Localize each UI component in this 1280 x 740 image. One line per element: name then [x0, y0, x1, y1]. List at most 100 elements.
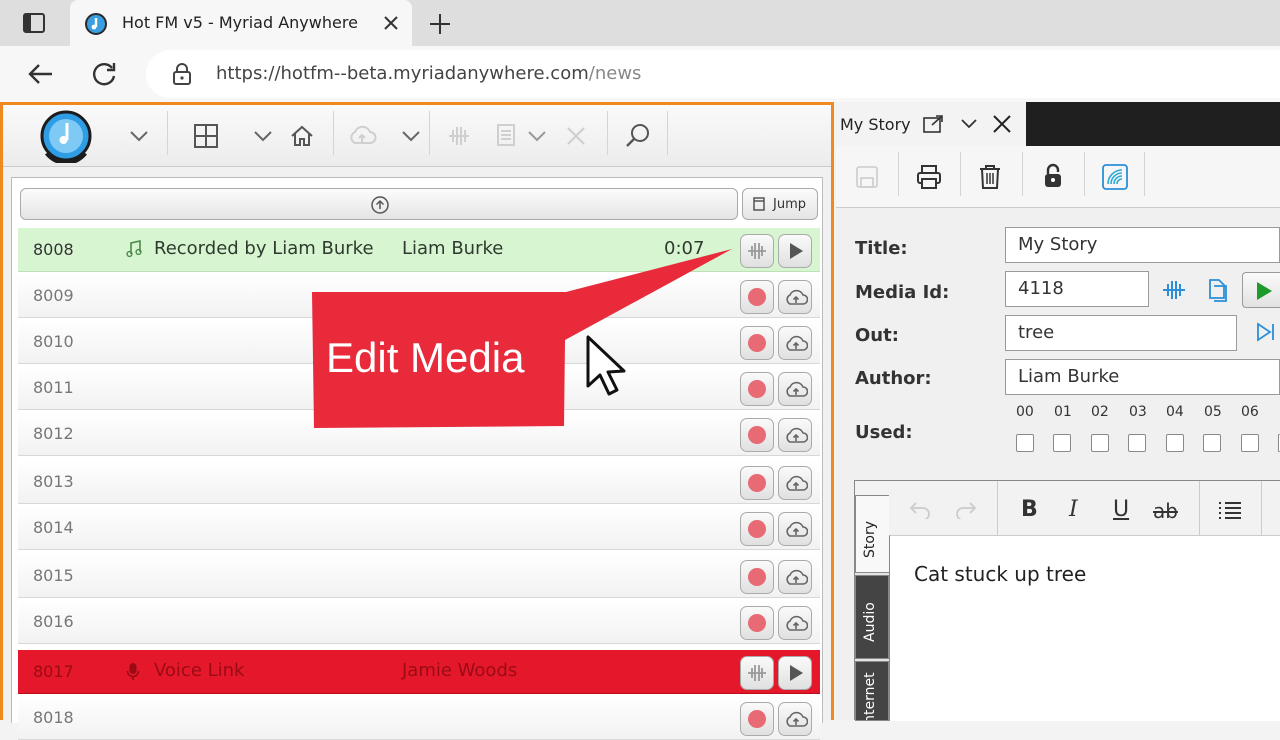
hour-label: 06 — [1241, 404, 1259, 420]
used-checkbox-04[interactable] — [1166, 434, 1184, 452]
search-icon[interactable] — [625, 123, 651, 149]
trash-icon[interactable] — [978, 164, 1002, 190]
record-button[interactable] — [740, 512, 774, 546]
upload-cloud-icon — [786, 711, 808, 727]
story-panel-title: My Story — [840, 115, 911, 134]
delete-x-icon — [567, 127, 585, 145]
scroll-up-button[interactable] — [20, 188, 738, 220]
used-label: Used: — [855, 422, 913, 443]
edit-media-button[interactable] — [740, 656, 774, 690]
lock-icon[interactable] — [172, 62, 192, 86]
copy-media-icon[interactable] — [1206, 278, 1230, 302]
upload-button[interactable] — [778, 326, 812, 360]
record-icon — [748, 426, 766, 444]
upload-button[interactable] — [778, 372, 812, 406]
play-icon — [1257, 282, 1272, 300]
hour-label: 02 — [1091, 404, 1109, 420]
italic-icon[interactable]: I — [1069, 497, 1078, 522]
list-row-8017[interactable]: 8017 Voice Link Jamie Woods — [18, 650, 820, 694]
upload-button[interactable] — [778, 702, 812, 736]
tab-actions-icon[interactable] — [22, 12, 46, 34]
myriad-favicon-icon — [85, 13, 107, 35]
browser-tab[interactable]: Hot FM v5 - Myriad Anywhere — [70, 0, 412, 46]
title-field[interactable]: My Story — [1005, 227, 1280, 263]
out-label: Out: — [855, 325, 899, 346]
back-arrow-icon[interactable] — [26, 62, 54, 86]
row-number: 8018 — [33, 708, 74, 727]
story-text-area[interactable]: Cat stuck up tree — [889, 535, 1280, 721]
play-media-button[interactable] — [1242, 272, 1280, 308]
pop-out-icon[interactable] — [922, 114, 944, 134]
tab-internet[interactable]: Internet — [855, 661, 889, 721]
layout-chevron-down-icon[interactable] — [253, 129, 273, 143]
record-icon — [748, 474, 766, 492]
out-field[interactable]: tree — [1005, 315, 1237, 351]
refresh-icon[interactable] — [90, 60, 118, 88]
layout-grid-icon[interactable] — [193, 123, 219, 149]
save-icon — [856, 166, 878, 188]
list-row-8018[interactable]: 8018 — [18, 696, 820, 740]
used-checkbox-01[interactable] — [1053, 434, 1071, 452]
list-row-8015[interactable]: 8015 — [18, 554, 820, 598]
list-row-8016[interactable]: 8016 — [18, 600, 820, 644]
media-id-field[interactable]: 4118 — [1005, 271, 1149, 307]
myriad-logo-icon[interactable] — [39, 109, 93, 163]
upload-button[interactable] — [778, 560, 812, 594]
play-button[interactable] — [778, 656, 812, 690]
upload-button[interactable] — [778, 606, 812, 640]
title-label: Title: — [855, 238, 908, 259]
home-icon[interactable] — [289, 123, 315, 149]
record-icon — [748, 380, 766, 398]
print-icon[interactable] — [916, 164, 942, 190]
row-number: 8010 — [33, 332, 74, 351]
story-text[interactable]: Cat stuck up tree — [914, 562, 1086, 586]
bold-icon[interactable]: B — [1021, 497, 1038, 522]
row-number: 8014 — [33, 518, 74, 537]
list-icon[interactable] — [1217, 501, 1243, 519]
story-panel-tab[interactable]: My Story — [836, 102, 1026, 146]
panel-chevron-down-icon[interactable] — [960, 118, 978, 130]
jump-icon — [753, 197, 765, 211]
used-checkbox-06[interactable] — [1241, 434, 1259, 452]
out-play-icon[interactable] — [1256, 322, 1276, 342]
record-button[interactable] — [740, 606, 774, 640]
jump-button[interactable]: Jump — [742, 188, 818, 220]
play-button[interactable] — [778, 234, 812, 268]
logo-menu-chevron-down-icon[interactable] — [129, 129, 149, 143]
used-checkbox-03[interactable] — [1128, 434, 1146, 452]
row-number: 8015 — [33, 566, 74, 585]
upload-cloud-icon — [786, 427, 808, 443]
list-row-8014[interactable]: 8014 — [18, 506, 820, 550]
url-text[interactable]: https://hotfm--beta.myriadanywhere.com/n… — [216, 63, 641, 84]
unlock-icon[interactable] — [1044, 163, 1062, 189]
close-tab-icon[interactable] — [382, 14, 400, 32]
upload-button[interactable] — [778, 512, 812, 546]
used-checkbox-05[interactable] — [1203, 434, 1221, 452]
upload-chevron-down-icon[interactable] — [401, 129, 421, 143]
upload-button[interactable] — [778, 466, 812, 500]
strikethrough-icon[interactable]: ab — [1153, 499, 1178, 523]
new-tab-icon[interactable] — [428, 12, 452, 36]
list-row-8013[interactable]: 8013 — [18, 460, 820, 504]
tab-story[interactable]: Story — [855, 495, 889, 573]
row-number: 8013 — [33, 472, 74, 491]
used-checkbox-00[interactable] — [1016, 434, 1034, 452]
list-chevron-down-icon[interactable] — [527, 129, 547, 143]
upload-cloud-icon — [786, 569, 808, 585]
edit-audio-waveform-icon[interactable] — [1161, 280, 1187, 300]
underline-icon[interactable]: U — [1113, 497, 1129, 522]
upload-button[interactable] — [778, 418, 812, 452]
tab-audio[interactable]: Audio — [855, 575, 889, 659]
upload-cloud-icon — [786, 289, 808, 305]
used-checkbox-02[interactable] — [1091, 434, 1109, 452]
record-button[interactable] — [740, 702, 774, 736]
close-panel-icon[interactable] — [992, 114, 1012, 134]
upload-cloud-icon — [786, 615, 808, 631]
undo-icon — [909, 502, 930, 519]
upload-button[interactable] — [778, 280, 812, 314]
broadcast-icon[interactable] — [1102, 164, 1128, 190]
author-field[interactable]: Liam Burke — [1005, 359, 1280, 395]
record-button[interactable] — [740, 466, 774, 500]
record-button[interactable] — [740, 560, 774, 594]
row-author: Jamie Woods — [402, 660, 518, 681]
